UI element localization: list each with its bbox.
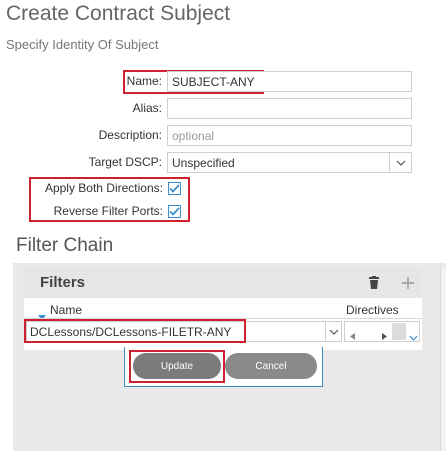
- filters-title: Filters: [40, 274, 86, 291]
- column-header-directives[interactable]: Directives: [346, 303, 399, 317]
- target-dscp-select[interactable]: Unspecified: [167, 152, 412, 173]
- page-subtitle: Specify Identity Of Subject: [6, 37, 159, 52]
- description-field[interactable]: optional: [167, 125, 412, 146]
- description-label: Description:: [98, 128, 162, 142]
- chevron-down-icon[interactable]: [389, 153, 411, 172]
- filter-chain-title: Filter Chain: [16, 235, 114, 256]
- apply-both-directions-label: Apply Both Directions:: [44, 181, 163, 195]
- cancel-button[interactable]: Cancel: [225, 353, 317, 379]
- alias-label: Alias:: [132, 101, 162, 115]
- directives-scroll-thumb[interactable]: [392, 323, 406, 340]
- column-header-name[interactable]: Name: [50, 303, 82, 317]
- panel-scrollbar[interactable]: [440, 268, 446, 451]
- trash-icon[interactable]: [369, 276, 379, 294]
- target-dscp-label: Target DSCP:: [88, 155, 162, 169]
- scroll-right-icon[interactable]: [382, 328, 387, 341]
- chevron-down-icon[interactable]: [409, 329, 418, 341]
- alias-field[interactable]: [167, 98, 412, 119]
- target-dscp-value: Unspecified: [172, 156, 235, 170]
- reverse-filter-ports-label: Reverse Filter Ports:: [53, 204, 163, 218]
- name-field[interactable]: SUBJECT-ANY: [167, 71, 412, 92]
- filter-row-highlight: [24, 319, 246, 343]
- plus-icon[interactable]: [402, 276, 414, 294]
- chevron-down-icon[interactable]: [325, 322, 341, 341]
- scroll-left-icon[interactable]: [350, 328, 355, 341]
- apply-both-directions-checkbox[interactable]: [168, 182, 181, 195]
- reverse-filter-ports-checkbox[interactable]: [168, 205, 181, 218]
- directives-select[interactable]: [344, 321, 420, 342]
- update-button[interactable]: Update: [133, 353, 221, 379]
- name-label: Name:: [126, 74, 162, 88]
- page-title: Create Contract Subject: [6, 2, 231, 25]
